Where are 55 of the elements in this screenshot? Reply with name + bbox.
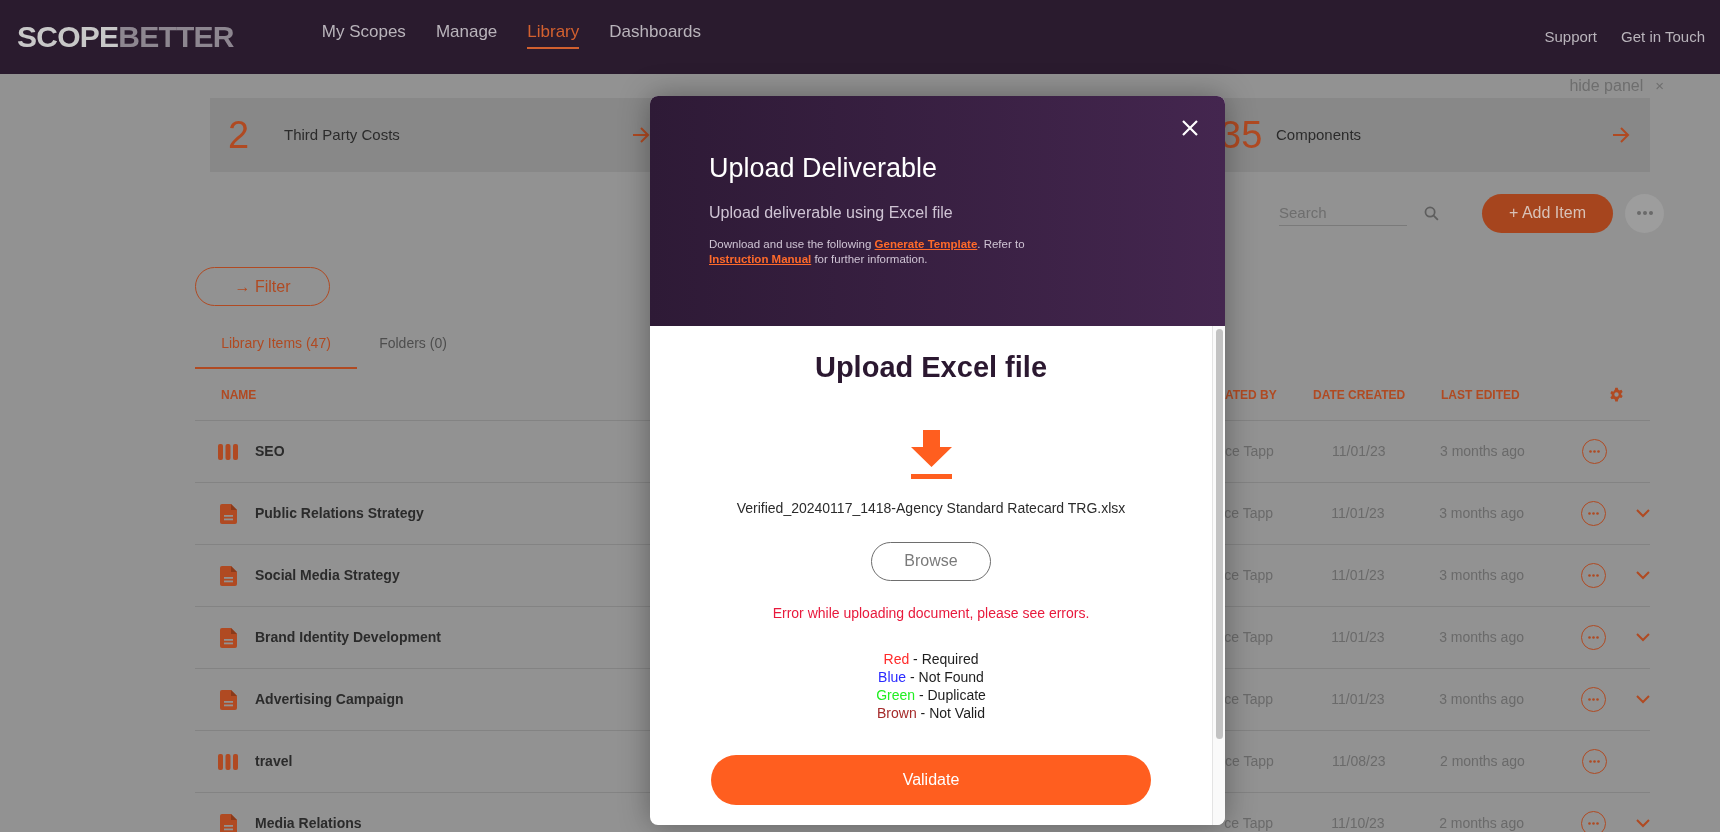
legend-entry: Green - Duplicate <box>876 685 986 704</box>
nav-link[interactable]: Library <box>527 18 580 50</box>
column-header: NAME <box>221 386 258 404</box>
more-icon <box>1636 211 1653 215</box>
more-icon <box>1588 636 1599 639</box>
nav-link[interactable]: My Scopes <box>321 18 406 50</box>
close-icon <box>1182 120 1198 136</box>
manual-link[interactable]: Instruction Manual <box>709 252 812 265</box>
more-icon <box>1588 822 1599 825</box>
chevron-down-icon[interactable] <box>1636 695 1650 704</box>
nav-link[interactable]: Manage <box>435 18 498 50</box>
help-text: Download and use the following Generate Template. Refer to Instruction Manual for further information. <box>709 236 1026 267</box>
validate-button[interactable]: Validate <box>711 754 1151 805</box>
logo[interactable]: SCOPEBETTER <box>17 22 234 52</box>
arrow-icon[interactable] <box>1612 127 1630 143</box>
more-button[interactable] <box>1625 193 1664 233</box>
header-link[interactable]: Get in Touch <box>1621 25 1705 49</box>
column-header: ATED BY <box>1225 386 1278 404</box>
dialog-subtitle: Upload deliverable using Excel file <box>709 202 954 223</box>
upload-heading: Upload Excel file <box>814 350 1048 385</box>
scrollbar[interactable] <box>1212 326 1225 825</box>
bars-icon <box>218 753 238 770</box>
more-icon <box>1588 574 1599 577</box>
chevron-down-icon[interactable] <box>1636 509 1650 518</box>
settings-icon[interactable] <box>1609 387 1624 402</box>
error-message: Error while uploading document, please see errors. <box>772 603 1090 623</box>
dialog-title: Upload Deliverable <box>709 152 939 185</box>
tab[interactable]: Folders (0) <box>357 320 469 369</box>
legend-entry: Red - Required <box>883 649 979 668</box>
document-icon <box>220 503 237 524</box>
document-icon <box>220 689 237 710</box>
stat-count: 2 <box>228 116 251 154</box>
chevron-down-icon[interactable] <box>1636 571 1650 580</box>
header-link[interactable]: Support <box>1544 25 1598 49</box>
more-icon <box>1588 698 1599 701</box>
more-icon <box>1589 760 1600 763</box>
arrow-icon[interactable] <box>632 127 650 143</box>
file-name: Verified_20240117_1418-Agency Standard Ratecard TRG.xlsx <box>736 498 1126 518</box>
bars-icon <box>218 443 238 460</box>
chevron-down-icon[interactable] <box>1636 819 1650 828</box>
legend-entry: Brown - Not Valid <box>877 703 985 722</box>
stat-label: Third Party Costs <box>284 124 400 145</box>
column-header: DATE CREATED <box>1313 386 1407 404</box>
nav-link[interactable]: Dashboards <box>609 18 701 50</box>
add-item-button[interactable]: + Add Item <box>1482 193 1613 233</box>
column-header: LAST EDITED <box>1441 386 1521 404</box>
chevron-down-icon[interactable] <box>1636 633 1650 642</box>
more-icon <box>1588 512 1599 515</box>
stat-label: Components <box>1276 124 1362 145</box>
document-icon <box>220 565 237 586</box>
legend-entry: Blue - Not Found <box>878 667 984 686</box>
download-icon <box>910 429 952 479</box>
document-icon <box>220 627 237 648</box>
more-icon <box>1589 450 1600 453</box>
search-icon[interactable] <box>1423 204 1440 222</box>
